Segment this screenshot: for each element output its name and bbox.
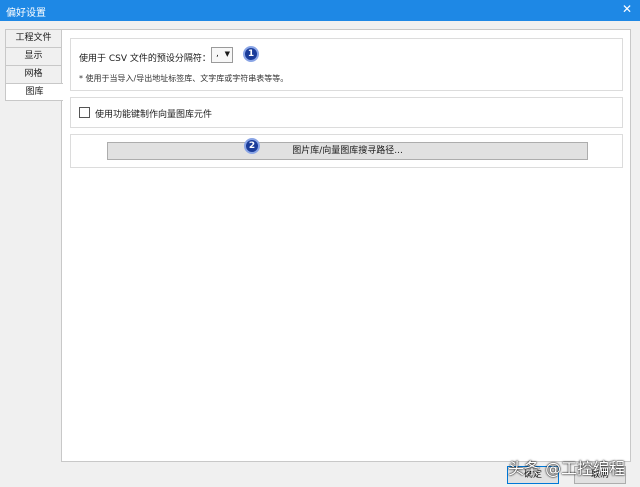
csv-separator-label: 使用于 CSV 文件的预设分隔符： <box>79 54 211 64</box>
tab-library[interactable]: 图库 <box>5 83 63 101</box>
library-path-group: 图片库/向量图库搜寻路径... 2 <box>70 134 623 168</box>
title-bar: 偏好设置 ✕ <box>0 0 640 21</box>
watermark: 头条 @工控编程 <box>508 459 626 478</box>
annotation-marker-2: 2 <box>244 138 260 154</box>
separator-value: , <box>216 49 219 59</box>
function-key-checkbox[interactable] <box>79 107 90 118</box>
tab-display[interactable]: 显示 <box>5 47 62 65</box>
function-key-label: 使用功能键制作向量图库元件 <box>95 110 213 120</box>
tab-list: 工程文件 显示 网格 图库 <box>5 29 63 101</box>
csv-separator-group: 使用于 CSV 文件的预设分隔符： , ▼ 1 * 使用于当导入/导出地址标签库… <box>70 38 623 91</box>
tab-grid[interactable]: 网格 <box>5 65 62 83</box>
tab-project-files[interactable]: 工程文件 <box>5 29 62 47</box>
function-key-group: 使用功能键制作向量图库元件 <box>70 97 623 128</box>
annotation-marker-1: 1 <box>243 46 259 62</box>
csv-note: * 使用于当导入/导出地址标签库、文字库或字符串表等等。 <box>79 74 289 83</box>
chevron-down-icon: ▼ <box>224 50 230 58</box>
separator-dropdown[interactable]: , ▼ <box>211 47 233 63</box>
library-search-path-button[interactable]: 图片库/向量图库搜寻路径... <box>107 142 588 160</box>
window-title: 偏好设置 <box>6 8 46 19</box>
close-icon[interactable]: ✕ <box>622 2 632 16</box>
library-settings-panel: 使用于 CSV 文件的预设分隔符： , ▼ 1 * 使用于当导入/导出地址标签库… <box>61 29 631 462</box>
